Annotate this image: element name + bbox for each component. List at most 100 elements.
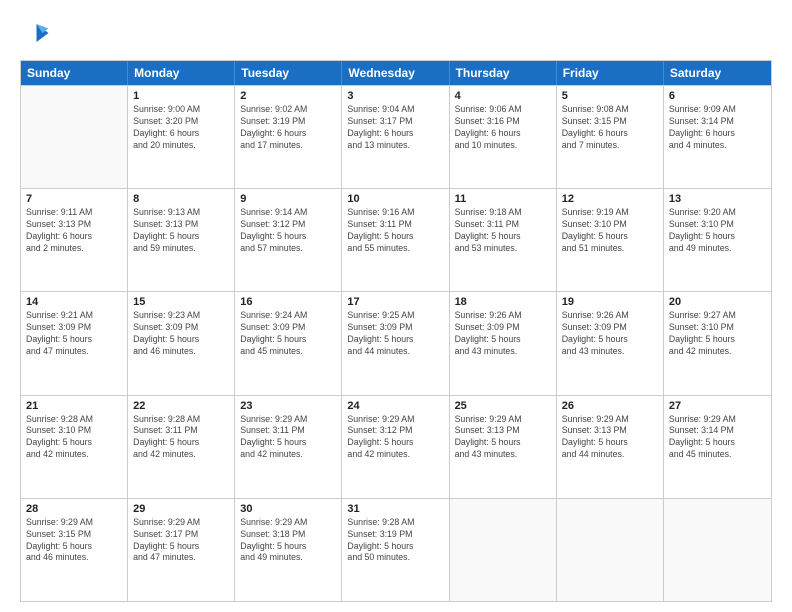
day-info: Sunrise: 9:27 AM Sunset: 3:10 PM Dayligh… bbox=[669, 310, 766, 358]
day-info: Sunrise: 9:04 AM Sunset: 3:17 PM Dayligh… bbox=[347, 104, 443, 152]
calendar-cell: 18Sunrise: 9:26 AM Sunset: 3:09 PM Dayli… bbox=[450, 292, 557, 394]
day-number: 9 bbox=[240, 193, 336, 205]
calendar-cell: 5Sunrise: 9:08 AM Sunset: 3:15 PM Daylig… bbox=[557, 86, 664, 188]
calendar-cell: 9 Sunrise: 9:14 AM Sunset: 3:12 PM Daylig… bbox=[235, 189, 342, 291]
calendar-body: 1Sunrise: 9:00 AM Sunset: 3:20 PM Daylig… bbox=[21, 85, 771, 601]
calendar-cell bbox=[450, 499, 557, 601]
weekday-header-tuesday: Tuesday bbox=[235, 61, 342, 85]
weekday-header-wednesday: Wednesday bbox=[342, 61, 449, 85]
calendar-cell: 31 Sunrise: 9:28 AM Sunset: 3:19 PM Dayli… bbox=[342, 499, 449, 601]
day-number: 1 bbox=[133, 90, 229, 102]
day-info: Sunrise: 9:18 AM Sunset: 3:11 PM Dayligh… bbox=[455, 207, 551, 255]
weekday-header-thursday: Thursday bbox=[450, 61, 557, 85]
day-info: Sunrise: 9:26 AM Sunset: 3:09 PM Dayligh… bbox=[562, 310, 658, 358]
calendar-cell: 28 Sunrise: 9:29 AM Sunset: 3:15 PM Dayli… bbox=[21, 499, 128, 601]
calendar-cell: 1Sunrise: 9:00 AM Sunset: 3:20 PM Daylig… bbox=[128, 86, 235, 188]
day-number: 20 bbox=[669, 296, 766, 308]
day-info: Sunrise: 9:09 AM Sunset: 3:14 PM Dayligh… bbox=[669, 104, 766, 152]
calendar-cell bbox=[21, 86, 128, 188]
day-info: Sunrise: 9:24 AM Sunset: 3:09 PM Dayligh… bbox=[240, 310, 336, 358]
day-number: 7 bbox=[26, 193, 122, 205]
day-number: 12 bbox=[562, 193, 658, 205]
day-number: 10 bbox=[347, 193, 443, 205]
day-number: 15 bbox=[133, 296, 229, 308]
day-number: 31 bbox=[347, 503, 443, 515]
day-info: Sunrise: 9:28 AM Sunset: 3:10 PM Dayligh… bbox=[26, 414, 122, 462]
calendar-cell: 29Sunrise: 9:29 AM Sunset: 3:17 PM Dayli… bbox=[128, 499, 235, 601]
calendar-cell: 3Sunrise: 9:04 AM Sunset: 3:17 PM Daylig… bbox=[342, 86, 449, 188]
calendar: SundayMondayTuesdayWednesdayThursdayFrid… bbox=[20, 60, 772, 602]
day-info: Sunrise: 9:28 AM Sunset: 3:19 PM Dayligh… bbox=[347, 517, 443, 565]
day-number: 29 bbox=[133, 503, 229, 515]
day-info: Sunrise: 9:20 AM Sunset: 3:10 PM Dayligh… bbox=[669, 207, 766, 255]
calendar-cell: 4 Sunrise: 9:06 AM Sunset: 3:16 PM Daylig… bbox=[450, 86, 557, 188]
logo bbox=[20, 18, 54, 48]
day-number: 13 bbox=[669, 193, 766, 205]
calendar-cell: 16 Sunrise: 9:24 AM Sunset: 3:09 PM Dayli… bbox=[235, 292, 342, 394]
calendar-cell: 24 Sunrise: 9:29 AM Sunset: 3:12 PM Dayli… bbox=[342, 396, 449, 498]
day-info: Sunrise: 9:29 AM Sunset: 3:14 PM Dayligh… bbox=[669, 414, 766, 462]
day-number: 6 bbox=[669, 90, 766, 102]
day-number: 22 bbox=[133, 400, 229, 412]
day-number: 30 bbox=[240, 503, 336, 515]
day-info: Sunrise: 9:29 AM Sunset: 3:13 PM Dayligh… bbox=[455, 414, 551, 462]
day-info: Sunrise: 9:29 AM Sunset: 3:18 PM Dayligh… bbox=[240, 517, 336, 565]
day-number: 28 bbox=[26, 503, 122, 515]
calendar-cell: 10 Sunrise: 9:16 AM Sunset: 3:11 PM Dayli… bbox=[342, 189, 449, 291]
day-info: Sunrise: 9:29 AM Sunset: 3:11 PM Dayligh… bbox=[240, 414, 336, 462]
day-number: 25 bbox=[455, 400, 551, 412]
day-info: Sunrise: 9:29 AM Sunset: 3:15 PM Dayligh… bbox=[26, 517, 122, 565]
calendar-cell: 14 Sunrise: 9:21 AM Sunset: 3:09 PM Dayli… bbox=[21, 292, 128, 394]
day-number: 4 bbox=[455, 90, 551, 102]
weekday-header-saturday: Saturday bbox=[664, 61, 771, 85]
day-info: Sunrise: 9:06 AM Sunset: 3:16 PM Dayligh… bbox=[455, 104, 551, 152]
calendar-cell: 7 Sunrise: 9:11 AM Sunset: 3:13 PM Daylig… bbox=[21, 189, 128, 291]
day-number: 24 bbox=[347, 400, 443, 412]
day-number: 19 bbox=[562, 296, 658, 308]
day-number: 16 bbox=[240, 296, 336, 308]
day-info: Sunrise: 9:26 AM Sunset: 3:09 PM Dayligh… bbox=[455, 310, 551, 358]
day-info: Sunrise: 9:21 AM Sunset: 3:09 PM Dayligh… bbox=[26, 310, 122, 358]
calendar-cell: 6 Sunrise: 9:09 AM Sunset: 3:14 PM Daylig… bbox=[664, 86, 771, 188]
day-info: Sunrise: 9:11 AM Sunset: 3:13 PM Dayligh… bbox=[26, 207, 122, 255]
day-number: 5 bbox=[562, 90, 658, 102]
day-number: 23 bbox=[240, 400, 336, 412]
calendar-cell: 11 Sunrise: 9:18 AM Sunset: 3:11 PM Dayli… bbox=[450, 189, 557, 291]
day-info: Sunrise: 9:23 AM Sunset: 3:09 PM Dayligh… bbox=[133, 310, 229, 358]
calendar-cell: 12 Sunrise: 9:19 AM Sunset: 3:10 PM Dayli… bbox=[557, 189, 664, 291]
logo-icon bbox=[20, 18, 50, 48]
calendar-row-0: 1Sunrise: 9:00 AM Sunset: 3:20 PM Daylig… bbox=[21, 85, 771, 188]
calendar-cell: 30 Sunrise: 9:29 AM Sunset: 3:18 PM Dayli… bbox=[235, 499, 342, 601]
day-number: 14 bbox=[26, 296, 122, 308]
calendar-cell: 15 Sunrise: 9:23 AM Sunset: 3:09 PM Dayli… bbox=[128, 292, 235, 394]
calendar-cell: 20 Sunrise: 9:27 AM Sunset: 3:10 PM Dayli… bbox=[664, 292, 771, 394]
day-number: 21 bbox=[26, 400, 122, 412]
calendar-cell: 21 Sunrise: 9:28 AM Sunset: 3:10 PM Dayli… bbox=[21, 396, 128, 498]
calendar-cell: 26Sunrise: 9:29 AM Sunset: 3:13 PM Dayli… bbox=[557, 396, 664, 498]
day-info: Sunrise: 9:28 AM Sunset: 3:11 PM Dayligh… bbox=[133, 414, 229, 462]
day-info: Sunrise: 9:14 AM Sunset: 3:12 PM Dayligh… bbox=[240, 207, 336, 255]
day-info: Sunrise: 9:16 AM Sunset: 3:11 PM Dayligh… bbox=[347, 207, 443, 255]
day-info: Sunrise: 9:29 AM Sunset: 3:12 PM Dayligh… bbox=[347, 414, 443, 462]
day-number: 11 bbox=[455, 193, 551, 205]
calendar-cell: 2Sunrise: 9:02 AM Sunset: 3:19 PM Daylig… bbox=[235, 86, 342, 188]
calendar-row-4: 28 Sunrise: 9:29 AM Sunset: 3:15 PM Dayli… bbox=[21, 498, 771, 601]
day-number: 2 bbox=[240, 90, 336, 102]
weekday-header-sunday: Sunday bbox=[21, 61, 128, 85]
day-info: Sunrise: 9:19 AM Sunset: 3:10 PM Dayligh… bbox=[562, 207, 658, 255]
calendar-cell: 23 Sunrise: 9:29 AM Sunset: 3:11 PM Dayli… bbox=[235, 396, 342, 498]
day-number: 8 bbox=[133, 193, 229, 205]
day-info: Sunrise: 9:13 AM Sunset: 3:13 PM Dayligh… bbox=[133, 207, 229, 255]
calendar-cell: 22 Sunrise: 9:28 AM Sunset: 3:11 PM Dayli… bbox=[128, 396, 235, 498]
calendar-cell: 17Sunrise: 9:25 AM Sunset: 3:09 PM Dayli… bbox=[342, 292, 449, 394]
calendar-row-3: 21 Sunrise: 9:28 AM Sunset: 3:10 PM Dayli… bbox=[21, 395, 771, 498]
calendar-cell: 8 Sunrise: 9:13 AM Sunset: 3:13 PM Daylig… bbox=[128, 189, 235, 291]
calendar-cell bbox=[664, 499, 771, 601]
day-info: Sunrise: 9:25 AM Sunset: 3:09 PM Dayligh… bbox=[347, 310, 443, 358]
calendar-header: SundayMondayTuesdayWednesdayThursdayFrid… bbox=[21, 61, 771, 85]
day-number: 26 bbox=[562, 400, 658, 412]
weekday-header-friday: Friday bbox=[557, 61, 664, 85]
calendar-cell: 25 Sunrise: 9:29 AM Sunset: 3:13 PM Dayli… bbox=[450, 396, 557, 498]
calendar-row-2: 14 Sunrise: 9:21 AM Sunset: 3:09 PM Dayli… bbox=[21, 291, 771, 394]
calendar-cell: 19 Sunrise: 9:26 AM Sunset: 3:09 PM Dayli… bbox=[557, 292, 664, 394]
